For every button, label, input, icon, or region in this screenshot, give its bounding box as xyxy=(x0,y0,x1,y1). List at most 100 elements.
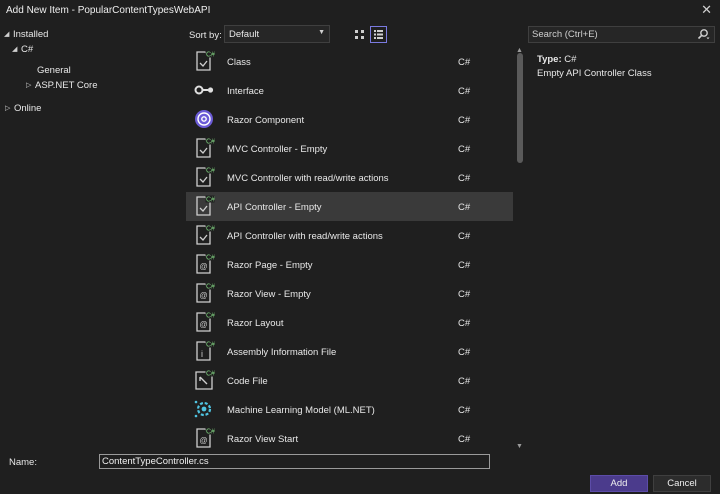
svg-text:C#: C# xyxy=(206,52,215,59)
svg-text:C#: C# xyxy=(206,139,215,146)
template-language: C# xyxy=(458,115,471,126)
template-name: Razor Layout xyxy=(227,318,284,329)
list-item[interactable]: Razor Component C# xyxy=(186,105,513,134)
svg-text:C#: C# xyxy=(206,226,215,233)
name-label: Name: xyxy=(9,457,37,468)
template-language: C# xyxy=(458,260,471,271)
category-tree: ◢ Installed ◢ C# General ▷ ASP.NET Core … xyxy=(0,22,186,450)
svg-text:@: @ xyxy=(200,262,208,271)
template-language: C# xyxy=(458,289,471,300)
list-item[interactable]: @ C# Razor Page - Empty C# xyxy=(186,250,513,279)
svg-text:C#: C# xyxy=(206,313,215,320)
template-language: C# xyxy=(458,173,471,184)
list-item[interactable]: Interface C# xyxy=(186,76,513,105)
template-language: C# xyxy=(458,57,471,68)
razor-component-icon xyxy=(193,108,215,130)
grid-view-icon xyxy=(355,30,364,39)
tree-item-installed[interactable]: ◢ Installed xyxy=(4,27,48,41)
code-file-icon: C# xyxy=(193,369,215,391)
template-name: API Controller with read/write actions xyxy=(227,231,383,242)
tree-item-label: General xyxy=(37,64,71,76)
template-details: Type: C# Empty API Controller Class xyxy=(537,54,717,79)
close-icon[interactable]: ✕ xyxy=(701,3,712,17)
list-view-icon xyxy=(374,30,383,39)
template-name: Machine Learning Model (ML.NET) xyxy=(227,405,375,416)
add-button[interactable]: Add xyxy=(590,475,648,492)
sort-dropdown[interactable]: Default ▼ xyxy=(224,25,330,43)
list-item[interactable]: C# MVC Controller - Empty C# xyxy=(186,134,513,163)
sort-value: Default xyxy=(229,29,260,40)
search-input[interactable] xyxy=(529,27,694,42)
scroll-down-icon[interactable]: ▼ xyxy=(516,443,523,450)
expanded-triangle-icon: ◢ xyxy=(12,46,18,53)
search-box xyxy=(528,26,715,43)
controller-file-icon: C# xyxy=(193,137,215,159)
template-description: Empty API Controller Class xyxy=(537,68,652,79)
tree-item-general[interactable]: General xyxy=(37,63,71,77)
list-item[interactable]: i C# Assembly Information File C# xyxy=(186,337,513,366)
scroll-thumb[interactable] xyxy=(517,53,523,163)
razor-layout-icon: @ C# xyxy=(193,311,215,333)
template-name: Interface xyxy=(227,86,264,97)
template-name: Code File xyxy=(227,376,268,387)
controller-file-icon: C# xyxy=(193,166,215,188)
collapsed-triangle-icon: ▷ xyxy=(5,105,11,112)
cancel-button[interactable]: Cancel xyxy=(653,475,711,492)
razor-view-icon: @ C# xyxy=(193,282,215,304)
template-language: C# xyxy=(458,86,471,97)
tree-item-label: Online xyxy=(14,102,42,114)
svg-text:C#: C# xyxy=(206,197,215,204)
list-item[interactable]: C# Class C# xyxy=(186,47,513,76)
template-name: Razor View - Empty xyxy=(227,289,311,300)
tree-item-label: Installed xyxy=(13,28,49,40)
list-item[interactable]: C# API Controller - Empty C# xyxy=(186,192,513,221)
template-language: C# xyxy=(458,144,471,155)
razor-page-icon: @ C# xyxy=(193,253,215,275)
title-bar: Add New Item - PopularContentTypesWebAPI… xyxy=(0,0,720,22)
tree-item-label: C# xyxy=(21,43,34,55)
list-item[interactable]: C# Code File C# xyxy=(186,366,513,395)
template-language: C# xyxy=(458,434,471,445)
collapsed-triangle-icon: ▷ xyxy=(26,82,32,89)
svg-text:i: i xyxy=(201,349,203,359)
type-key: Type: xyxy=(537,54,562,65)
controller-file-icon: C# xyxy=(193,224,215,246)
assembly-info-icon: i C# xyxy=(193,340,215,362)
template-name: Assembly Information File xyxy=(227,347,337,358)
list-item[interactable]: @ C# Razor View Start C# xyxy=(186,424,513,450)
list-item[interactable]: C# API Controller with read/write actions… xyxy=(186,221,513,250)
sort-label: Sort by: xyxy=(189,30,222,41)
interface-icon xyxy=(193,79,215,101)
svg-text:C#: C# xyxy=(206,284,215,291)
search-icon[interactable] xyxy=(696,28,710,41)
sort-toolbar: Sort by: Default ▼ xyxy=(186,22,526,46)
list-item[interactable]: C# MVC Controller with read/write actions… xyxy=(186,163,513,192)
template-name: Razor Page - Empty xyxy=(227,260,313,271)
svg-text:C#: C# xyxy=(206,168,215,175)
window-title: Add New Item - PopularContentTypesWebAPI xyxy=(6,5,211,16)
ml-model-icon xyxy=(193,398,215,420)
list-item[interactable]: Machine Learning Model (ML.NET) C# xyxy=(186,395,513,424)
tree-item-label: ASP.NET Core xyxy=(35,79,98,91)
class-file-icon: C# xyxy=(193,50,215,72)
template-language: C# xyxy=(458,347,471,358)
svg-text:C#: C# xyxy=(206,429,215,436)
svg-text:C#: C# xyxy=(206,255,215,262)
template-language: C# xyxy=(458,405,471,416)
grid-view-button[interactable] xyxy=(351,26,368,43)
svg-text:@: @ xyxy=(200,291,208,300)
list-view-button[interactable] xyxy=(370,26,387,43)
tree-item-online[interactable]: ▷ Online xyxy=(5,101,41,115)
template-language: C# xyxy=(458,202,471,213)
tree-item-csharp[interactable]: ◢ C# xyxy=(12,42,33,56)
template-list: C# Class C# Interface C# Razor Component C# C# M… xyxy=(186,47,513,450)
tree-item-aspnet-core[interactable]: ▷ ASP.NET Core xyxy=(26,78,97,92)
list-item[interactable]: @ C# Razor View - Empty C# xyxy=(186,279,513,308)
controller-file-icon: C# xyxy=(193,195,215,217)
template-name: Razor Component xyxy=(227,115,305,126)
list-item[interactable]: @ C# Razor Layout C# xyxy=(186,308,513,337)
template-list-scrollbar[interactable]: ▲ ▼ xyxy=(513,47,527,450)
type-line: Type: C# xyxy=(537,54,717,68)
svg-text:@: @ xyxy=(200,320,208,329)
file-name-input[interactable] xyxy=(99,454,490,469)
